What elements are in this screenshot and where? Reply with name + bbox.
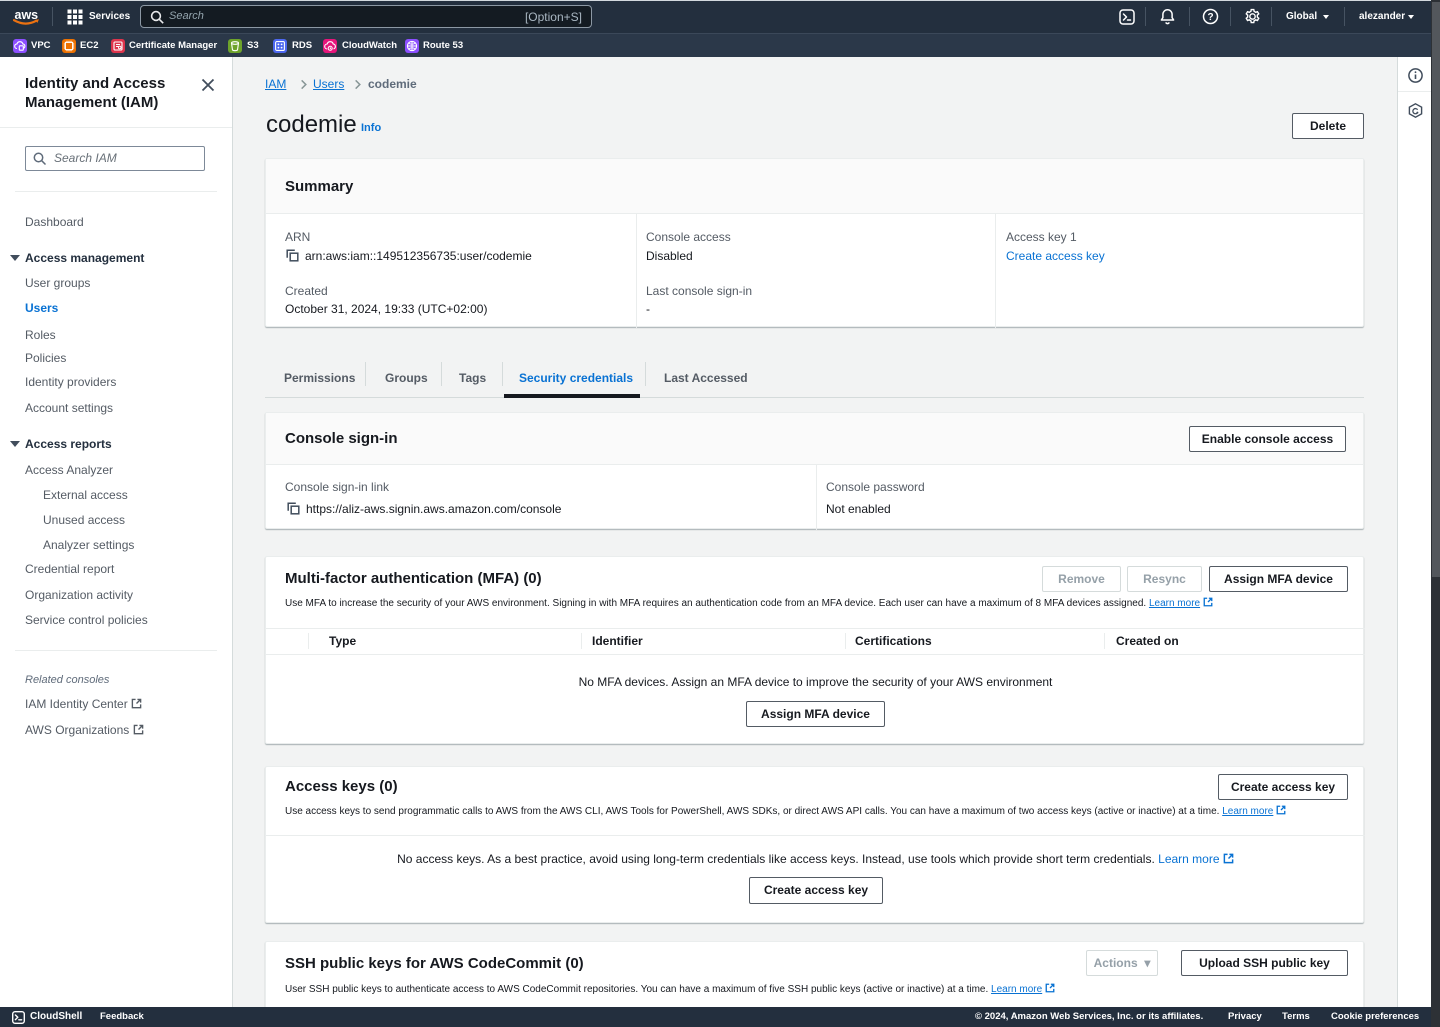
svg-text:aws: aws	[15, 8, 39, 22]
svg-text:?: ?	[1207, 12, 1213, 23]
